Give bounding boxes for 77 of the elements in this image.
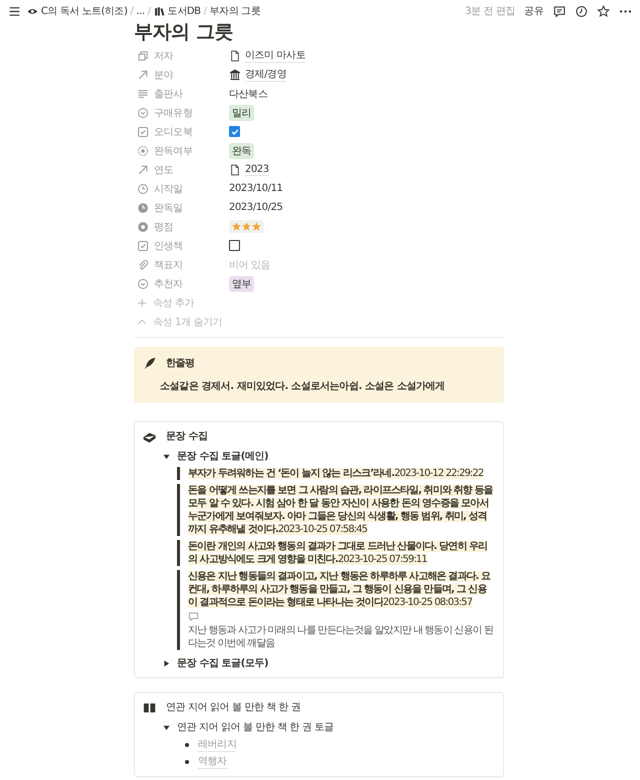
property-value: 다산북스 <box>229 88 268 100</box>
feather-icon <box>144 357 156 369</box>
property-label: 인생책 <box>154 240 183 252</box>
callout-text: 소설같은 경제서. 재미있었다. 소설로서는아쉽. 소설은 소설가에게 <box>160 380 446 393</box>
separator-slash: / <box>204 6 207 16</box>
clock-icon <box>137 202 149 214</box>
callout-title: 한줄평 <box>166 357 195 370</box>
building-icon <box>229 68 241 80</box>
property-label: 평점 <box>154 220 174 234</box>
checkbox[interactable] <box>229 240 240 251</box>
property-label: 출판사 <box>154 88 183 100</box>
star-icon <box>252 222 261 231</box>
menu-icon[interactable] <box>8 4 21 18</box>
page-link[interactable]: 이즈미 마사토 <box>245 48 306 63</box>
arrow-icon <box>137 68 149 80</box>
breadcrumb-link[interactable]: 도서DB <box>154 4 201 18</box>
property-label: 분야 <box>154 68 174 82</box>
comment-text: 지난 행동과 사고가 미래의 나를 만든다는것을 알았지만 내 행동이 신용이 된다는것 이번에 깨달음 <box>188 624 494 650</box>
property-label: 구매유형 <box>154 106 192 120</box>
tag: 완독 <box>229 142 254 158</box>
page-link[interactable]: 2023 <box>245 164 269 176</box>
bullet-dot <box>185 742 189 746</box>
property-label: 추천자 <box>154 278 183 290</box>
clock-icon[interactable] <box>575 4 588 18</box>
quote-text: 부자가 두려워하는 건 ‘돈이 늘지 않는 리스크’라네.2023-10-12 22:29:22 <box>188 467 484 480</box>
edited-time: 3분 전 편집 <box>465 5 515 18</box>
separator-slash: / <box>148 6 151 16</box>
toggle-label[interactable]: 연관 지어 읽어 볼 만한 책 한 권 토글 <box>177 720 334 734</box>
breadcrumb-link[interactable]: ... <box>136 6 145 16</box>
section-title: 연관 지어 읽어 볼 만한 책 한 권 <box>166 701 301 714</box>
share-button[interactable]: 공유 <box>524 4 544 18</box>
section-title: 문장 수집 <box>166 430 208 443</box>
comment-icon <box>188 611 199 622</box>
select-icon <box>137 106 149 118</box>
select-icon <box>137 278 149 290</box>
checkbox-property-icon <box>137 126 149 138</box>
quote-text: 신용은 지난 행동들의 결과이고, 지난 행동은 하루하루 사고해온 결과다. 요컨대, 하루하루의 사고가 행동을 만들고, 그 행동이 신용을 만들며, 그 신용이 결과적으로 돈이라는 형태로 나타나는 것이다2023-10-25 08:03:57 <box>188 570 492 609</box>
breadcrumb-link[interactable]: 부자의 그릇 <box>210 4 260 18</box>
caret-down-icon[interactable] <box>163 452 170 460</box>
document-icon <box>229 164 241 176</box>
star-icon <box>232 222 241 231</box>
star-icon <box>242 222 251 231</box>
property-label: 시작일 <box>154 182 183 196</box>
paperclip-icon <box>137 258 149 270</box>
breadcrumb-link[interactable]: C의 독서 노트(히조) <box>27 4 128 18</box>
status-icon <box>137 144 149 156</box>
property-label: 저자 <box>154 50 174 62</box>
property-value: 2023/10/11 <box>229 183 283 194</box>
page-link[interactable]: 경제/경영 <box>245 67 286 82</box>
caret-down-icon[interactable] <box>163 724 170 730</box>
text-lines-icon <box>137 88 149 100</box>
property-label: 오디오북 <box>154 126 192 138</box>
plus-icon <box>137 298 147 308</box>
bullet-dot <box>185 760 189 764</box>
clock-icon <box>137 182 149 194</box>
toggle-label[interactable]: 문장 수집 토글(모두) <box>177 656 268 670</box>
caret-right-icon[interactable] <box>163 660 170 666</box>
relation-icon <box>137 50 149 62</box>
arrow-icon <box>137 164 149 176</box>
separator-slash: / <box>130 6 134 16</box>
checkbox[interactable] <box>229 126 240 137</box>
tag: 옆부 <box>229 276 254 292</box>
books-icon <box>154 6 165 16</box>
property-label: 완독일 <box>154 202 183 214</box>
page-title: 부자의 그릇 <box>134 22 234 42</box>
toggle-label[interactable]: 문장 수집 토글(메인) <box>177 449 268 463</box>
star-icon[interactable] <box>597 4 610 18</box>
quote-text: 돈을 어떻게 쓰는지를 보면 그 사람의 습관, 라이프스타일, 취미와 취향 등을 모두 알 수 있다. 시험 삼아 한 달 동안 자신이 사용한 돈의 영수증을 모아서 누군가에게 보여줘보자. 아마 그들은 당신의 식생활, 행동 범위, 취미, 성격까지 유추해낼 것이다.2023-10-25 07:58:45 <box>188 484 494 536</box>
property-label: 완독여부 <box>154 144 192 158</box>
property-label: 책표지 <box>154 258 183 272</box>
quote-text: 돈이란 개인의 사고와 행동의 결과가 그대로 드러난 산물이다. 당연히 우리의 사고방식에도 크게 영향을 미친다.2023-10-25 07:59:11 <box>188 540 488 566</box>
property-label: 연도 <box>154 164 174 176</box>
tag: 밀리 <box>229 104 254 120</box>
document-icon <box>229 50 241 62</box>
property-value: 2023/10/25 <box>229 202 283 213</box>
comment-icon[interactable] <box>553 4 566 18</box>
checkbox-property-icon <box>137 240 149 252</box>
